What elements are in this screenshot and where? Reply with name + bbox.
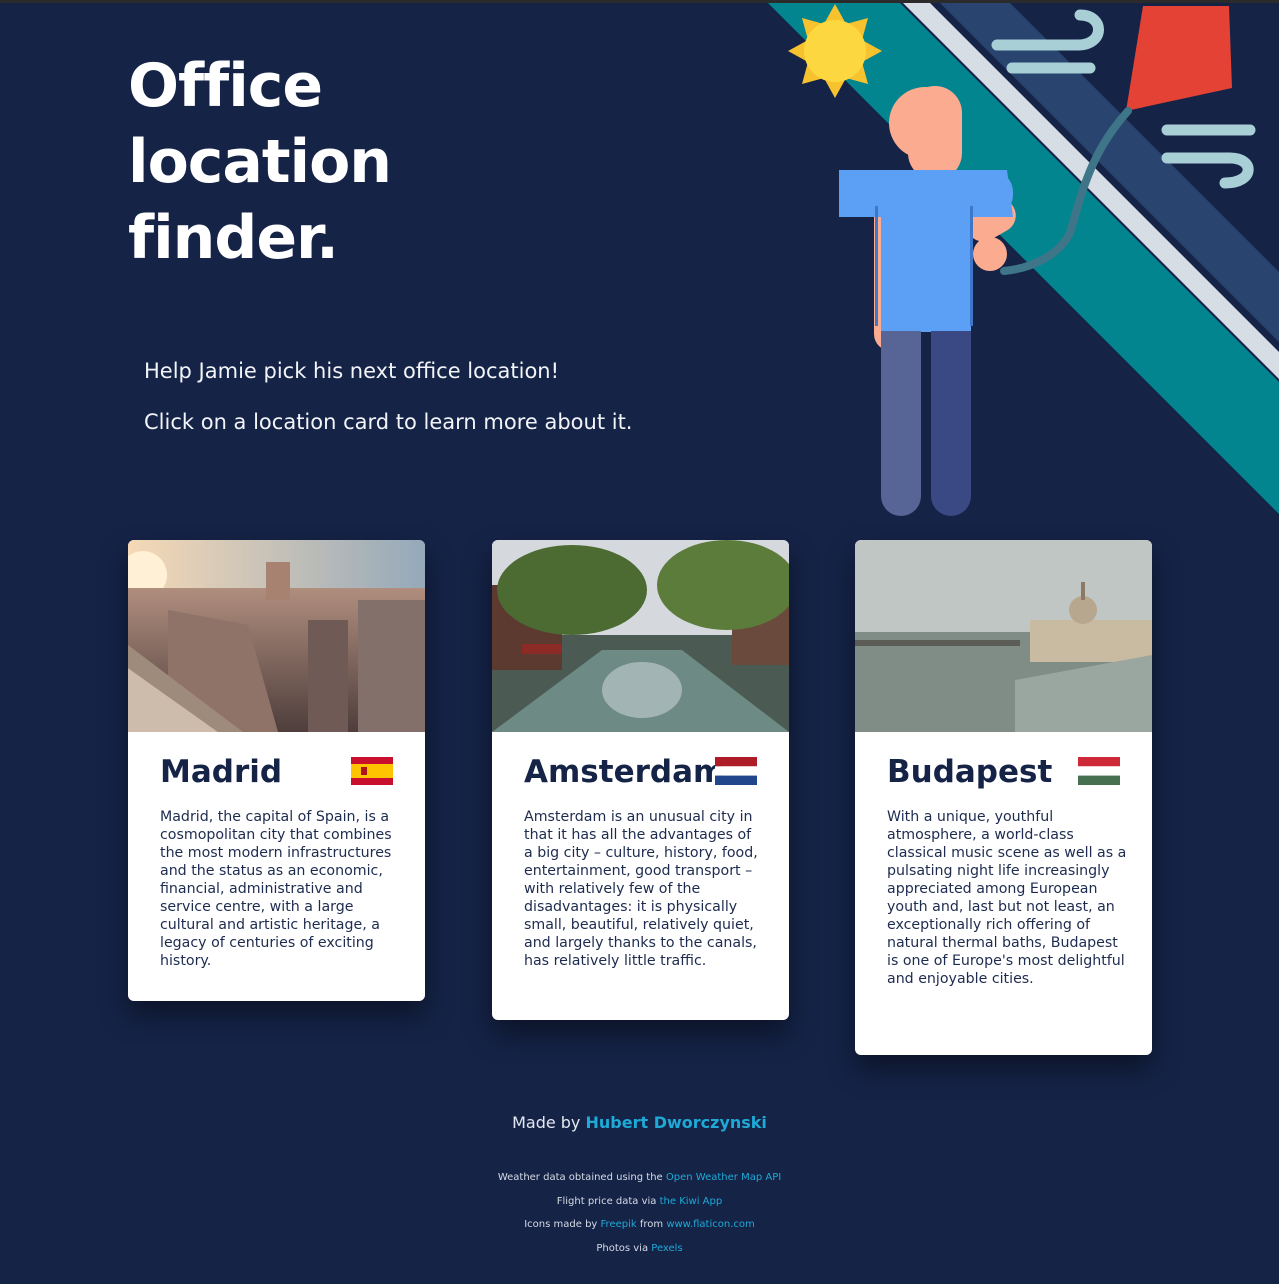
card-title: Amsterdam [524, 754, 726, 790]
made-by-label: Made by [512, 1113, 581, 1132]
location-card-amsterdam[interactable]: Amsterdam Amsterdam is an unusual city i… [492, 540, 789, 1020]
pexels-link[interactable]: Pexels [651, 1243, 682, 1254]
weather-api-link[interactable]: Open Weather Map API [666, 1172, 781, 1183]
intro-line-1: Help Jamie pick his next office location… [144, 359, 560, 383]
freepik-link[interactable]: Freepik [601, 1219, 637, 1230]
credit-weather-label: Weather data obtained using the [497, 1172, 663, 1183]
kite-person-illustration [768, 3, 1279, 516]
credits: Weather data obtained using the Open Wea… [0, 1170, 1279, 1264]
netherlands-flag-icon [715, 757, 757, 785]
flaticon-link[interactable]: www.flaticon.com [666, 1219, 754, 1230]
hungary-flag-icon [1078, 757, 1120, 785]
kiwi-link[interactable]: the Kiwi App [660, 1196, 723, 1207]
intro-line-2: Click on a location card to learn more a… [144, 410, 633, 434]
budapest-photo [855, 540, 1152, 732]
credit-icons-label: Icons made by [524, 1219, 598, 1230]
amsterdam-photo [492, 540, 789, 732]
card-title: Madrid [160, 754, 283, 790]
intro-text: Help Jamie pick his next office location… [144, 355, 633, 457]
page-title-line-2: location [128, 127, 392, 197]
location-card-budapest[interactable]: Budapest With a unique, youthful atmosph… [855, 540, 1152, 1055]
location-card-madrid[interactable]: Madrid Madrid, the capital of Spain, is … [128, 540, 425, 1001]
credit-flights: Flight price data via the Kiwi App [0, 1194, 1279, 1218]
sun-icon [788, 4, 882, 98]
spain-flag-icon [351, 757, 393, 785]
card-description: Amsterdam is an unusual city in that it … [524, 809, 758, 969]
made-by: Made by Hubert Dworczynski [0, 1113, 1279, 1132]
credit-icons: Icons made by Freepik from www.flaticon.… [0, 1217, 1279, 1241]
page-title: Office location finder. [128, 48, 392, 276]
credit-flights-label: Flight price data via [556, 1195, 657, 1207]
madrid-photo [128, 540, 425, 732]
card-description: Madrid, the capital of Spain, is a cosmo… [160, 809, 392, 969]
page-title-line-3: finder. [128, 203, 339, 273]
card-title: Budapest [887, 754, 1053, 790]
credit-weather: Weather data obtained using the Open Wea… [0, 1170, 1279, 1194]
card-description: With a unique, youthful atmosphere, a wo… [887, 809, 1127, 987]
credit-photos-label: Photos via [596, 1242, 649, 1254]
credit-icons-from: from [639, 1219, 664, 1230]
page-title-line-1: Office [128, 51, 323, 121]
author-link[interactable]: Hubert Dworczynski [586, 1113, 767, 1132]
credit-photos: Photos via Pexels [0, 1241, 1279, 1265]
